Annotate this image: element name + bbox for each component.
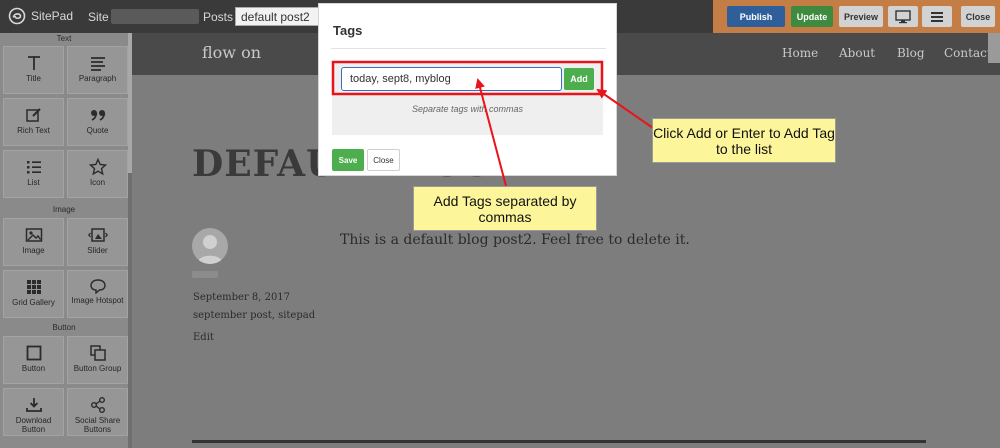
button-group-icon [89, 345, 106, 361]
quote-icon [90, 110, 105, 121]
widget-icon[interactable]: Icon [67, 150, 128, 198]
section-header-button: Button [52, 323, 76, 332]
post-date: September 8, 2017 [193, 292, 291, 303]
title-icon [27, 56, 40, 70]
update-button[interactable]: Update [791, 6, 833, 27]
hotspot-icon [89, 279, 106, 294]
site-value-blurred[interactable] [111, 9, 199, 24]
share-icon [90, 397, 105, 413]
app-name: SitePad [31, 9, 74, 23]
widget-button-group[interactable]: Button Group [67, 336, 128, 384]
callout-add-tag: Click Add or Enter to Add Tag to the lis… [652, 118, 836, 163]
post-tags[interactable]: september post, sitepad [193, 310, 315, 321]
download-icon [25, 398, 42, 412]
add-tag-button[interactable]: Add [564, 68, 594, 90]
slider-icon [87, 228, 108, 242]
posts-select[interactable]: default post2 [235, 7, 319, 26]
image-icon [25, 228, 42, 242]
nav-blog[interactable]: Blog [897, 46, 925, 60]
widget-sidebar: Text Title Paragraph Rich Text Quote Lis… [0, 33, 132, 448]
list-icon [26, 161, 41, 174]
avatar [192, 228, 228, 264]
star-icon [88, 158, 107, 176]
widget-image[interactable]: Image [3, 218, 64, 266]
widget-download-button[interactable]: Download Button [3, 388, 64, 436]
nav-home[interactable]: Home [782, 46, 818, 60]
desktop-view-button[interactable] [888, 6, 918, 27]
widget-rich-text[interactable]: Rich Text [3, 98, 64, 146]
modal-title: Tags [333, 23, 363, 38]
widget-list[interactable]: List [3, 150, 64, 198]
page-scrollbar[interactable] [988, 33, 1000, 63]
section-header-image: Image [52, 205, 76, 214]
section-header-text: Text [56, 34, 72, 43]
widget-image-hotspot[interactable]: Image Hotspot [67, 270, 128, 318]
widget-grid-gallery[interactable]: Grid Gallery [3, 270, 64, 318]
monitor-icon [895, 9, 911, 23]
paragraph-icon [90, 57, 105, 71]
site-brand[interactable]: flow on [202, 43, 261, 62]
hamburger-icon [931, 11, 943, 22]
user-icon [197, 235, 223, 264]
nav-about[interactable]: About [839, 46, 875, 60]
tags-hint: Separate tags with commas [411, 104, 524, 114]
edit-link[interactable]: Edit [193, 332, 214, 343]
grid-gallery-icon [26, 280, 41, 294]
post-body[interactable]: This is a default blog post2. Feel free … [340, 232, 690, 248]
modal-divider [331, 48, 606, 49]
close-button[interactable]: Close [367, 149, 400, 171]
menu-button[interactable] [922, 6, 952, 27]
publish-button[interactable]: Publish [727, 6, 785, 27]
nav-contact[interactable]: Contact [944, 46, 992, 60]
widget-title[interactable]: Title [3, 46, 64, 94]
tags-modal: Tags Add Separate tags with commas Save … [318, 3, 617, 176]
tags-input[interactable] [341, 67, 562, 91]
author-name-blurred [192, 271, 218, 278]
close-editor-button[interactable]: Close [961, 6, 995, 27]
callout-separate-tags: Add Tags separated by commas [413, 186, 597, 231]
rich-text-icon [25, 108, 41, 122]
divider [192, 440, 926, 443]
widget-quote[interactable]: Quote [67, 98, 128, 146]
widget-button[interactable]: Button [3, 336, 64, 384]
preview-button[interactable]: Preview [839, 6, 883, 27]
sitepad-logo: SitePad [8, 7, 73, 25]
posts-select-value: default post2 [241, 10, 310, 24]
widget-slider[interactable]: Slider [67, 218, 128, 266]
sitepad-logo-icon [8, 7, 26, 25]
save-button[interactable]: Save [332, 149, 364, 171]
action-bar: Publish Update Preview Close [713, 0, 1000, 33]
widget-social-share[interactable]: Social Share Buttons [67, 388, 128, 436]
button-icon [26, 345, 41, 361]
widget-paragraph[interactable]: Paragraph [67, 46, 128, 94]
